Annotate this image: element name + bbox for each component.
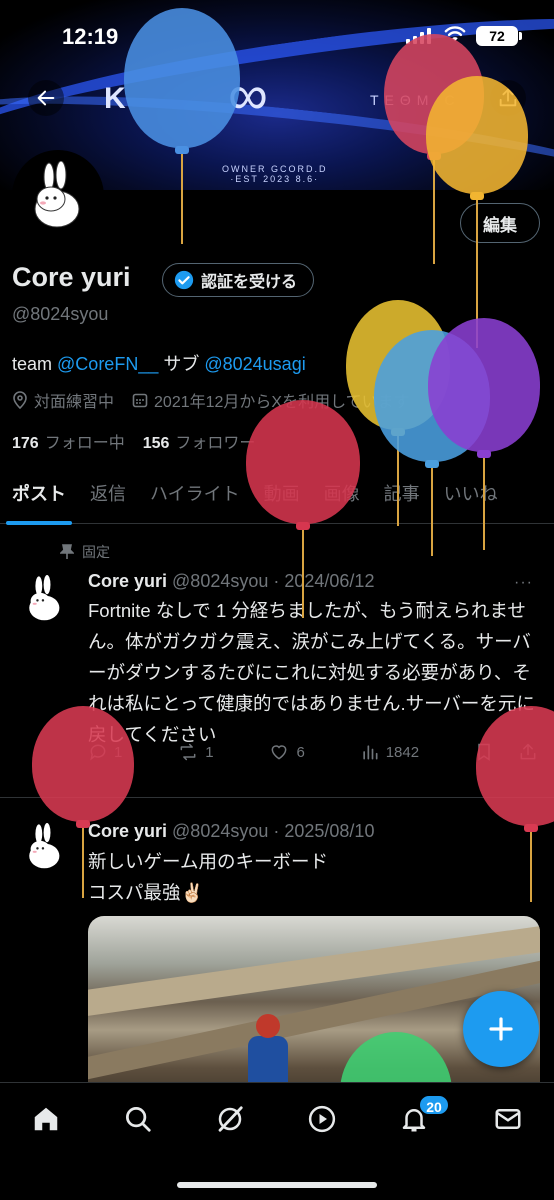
- share-button[interactable]: [490, 80, 526, 116]
- nav-video-button[interactable]: [302, 1099, 342, 1139]
- repost-icon: [180, 743, 196, 761]
- following-count: 176: [12, 435, 39, 452]
- search-icon: [126, 1107, 151, 1132]
- banner-since-text: OWNER GCORD.D ·EST 2023 8.6·: [222, 164, 328, 184]
- pinned-label: 固定: [82, 544, 110, 560]
- like-count: 6: [296, 743, 305, 761]
- calendar-icon: [132, 393, 148, 408]
- reply-icon: [90, 744, 106, 761]
- tab-posts[interactable]: ポスト: [0, 468, 78, 525]
- nav-messages-button[interactable]: [488, 1099, 528, 1139]
- following-label: フォロー中: [44, 435, 125, 452]
- post-more-button[interactable]: ···: [514, 574, 533, 592]
- arrow-left-icon: [37, 90, 55, 106]
- post-text-line: 新しいゲーム用のキーボード: [88, 851, 328, 872]
- wifi-icon: [444, 26, 466, 42]
- banner-logo-team: TEΘM C: [370, 92, 461, 108]
- battery-indicator: 72: [476, 26, 522, 46]
- tab-images[interactable]: 画像: [312, 468, 372, 524]
- post-header: Core yuri @8024syou · 2024/06/12: [88, 571, 374, 592]
- home-indicator: [177, 1182, 377, 1188]
- video-icon: [308, 1105, 336, 1133]
- post-header: Core yuri @8024syou · 2025/08/10: [88, 821, 374, 842]
- share-icon: [499, 88, 517, 107]
- bio-text: team: [12, 354, 58, 374]
- post-avatar[interactable]: [18, 572, 72, 626]
- grok-icon: [218, 1106, 243, 1132]
- get-verified-button[interactable]: 認証を受ける: [162, 263, 315, 297]
- post-author-name[interactable]: Core yuri: [88, 821, 167, 841]
- home-icon: [34, 1107, 58, 1131]
- like-button[interactable]: 6: [268, 742, 305, 762]
- profile-bio: team @CoreFN__ サブ @8024usagi: [12, 350, 306, 376]
- bio-text: サブ: [158, 354, 205, 374]
- compose-post-button[interactable]: [463, 991, 539, 1067]
- profile-tabs: ポスト 返信 ハイライト 動画 画像 記事 いいね: [0, 468, 554, 525]
- bio-mention-link[interactable]: @8024usagi: [204, 354, 305, 374]
- nav-search-button[interactable]: [118, 1099, 158, 1139]
- views-button[interactable]: 1842: [360, 742, 419, 762]
- notification-badge: 20: [418, 1094, 450, 1116]
- post-text: Fortnite なしで 1 分経ちましたが、もう耐えられません。体がガクガク震…: [88, 600, 535, 745]
- location-text: 対面練習中: [34, 394, 115, 411]
- joined-text: 2021年12月からXを利用しています: [154, 394, 410, 411]
- joined-item: 2021年12月からXを利用しています: [132, 388, 410, 412]
- followers-label: フォロワー: [175, 435, 256, 452]
- profile-meta: 対面練習中 2021年12月からXを利用しています: [12, 388, 410, 412]
- bookmark-icon[interactable]: [474, 742, 494, 762]
- location-item: 対面練習中: [12, 388, 114, 412]
- views-count: 1842: [385, 743, 420, 761]
- analytics-icon: [363, 745, 378, 760]
- nav-home-button[interactable]: [26, 1099, 66, 1139]
- bio-mention-link[interactable]: @CoreFN__: [57, 354, 158, 374]
- status-time: 12:19: [62, 24, 119, 49]
- profile-display-name: Core yuri: [12, 262, 131, 292]
- tab-articles[interactable]: 記事: [372, 468, 432, 524]
- post-avatar[interactable]: [18, 820, 72, 874]
- post-author-name[interactable]: Core yuri: [88, 571, 167, 591]
- rabbit-avatar-icon: [29, 823, 60, 869]
- back-button[interactable]: [28, 80, 64, 116]
- rabbit-avatar-icon: [34, 161, 80, 228]
- status-bar: 12:19 72: [0, 0, 554, 70]
- rabbit-avatar-icon: [29, 575, 60, 621]
- repost-button[interactable]: 1: [177, 742, 214, 762]
- heart-icon: [272, 745, 287, 760]
- repost-count: 1: [205, 743, 214, 761]
- share-icon[interactable]: [518, 742, 538, 762]
- post-actions: 1 1 6 1842: [88, 742, 538, 762]
- profile-avatar[interactable]: [12, 150, 104, 242]
- post-meta: @8024syou · 2024/06/12: [167, 571, 375, 591]
- tab-videos[interactable]: 動画: [252, 468, 312, 524]
- messages-icon: [495, 1109, 521, 1129]
- follow-stats: 176 フォロー中 156 フォロワー: [12, 429, 255, 453]
- pinned-indicator: 固定: [60, 542, 110, 562]
- pin-icon: [60, 544, 74, 559]
- post-text-line: コスパ最強✌🏻: [88, 882, 204, 903]
- nav-grok-button[interactable]: [210, 1099, 250, 1139]
- profile-handle: @8024syou: [12, 304, 109, 324]
- tab-replies[interactable]: 返信: [78, 468, 138, 524]
- following-link[interactable]: 176 フォロー中: [12, 429, 125, 453]
- get-verified-label: 認証を受ける: [201, 274, 298, 291]
- post-divider: [0, 797, 554, 798]
- location-pin-icon: [13, 391, 27, 409]
- post-text: 新しいゲーム用のキーボード コスパ最強✌🏻: [88, 846, 538, 908]
- reply-button[interactable]: 1: [88, 742, 122, 762]
- followers-count: 156: [142, 435, 170, 452]
- followers-link[interactable]: 156 フォロワー: [143, 429, 256, 453]
- edit-profile-button[interactable]: 編集: [460, 203, 540, 243]
- cellular-signal-icon: [406, 28, 431, 44]
- banner-infinity-logo: ∞: [228, 63, 268, 126]
- verified-badge-icon: [174, 270, 194, 290]
- tab-highlights[interactable]: ハイライト: [138, 468, 252, 524]
- post-meta: @8024syou · 2025/08/10: [167, 821, 375, 841]
- plus-icon: [489, 1017, 513, 1041]
- banner-logo-k: K: [104, 82, 126, 115]
- reply-count: 1: [114, 743, 123, 761]
- bookmark-share-group: [474, 742, 538, 762]
- tab-likes[interactable]: いいね: [432, 468, 510, 524]
